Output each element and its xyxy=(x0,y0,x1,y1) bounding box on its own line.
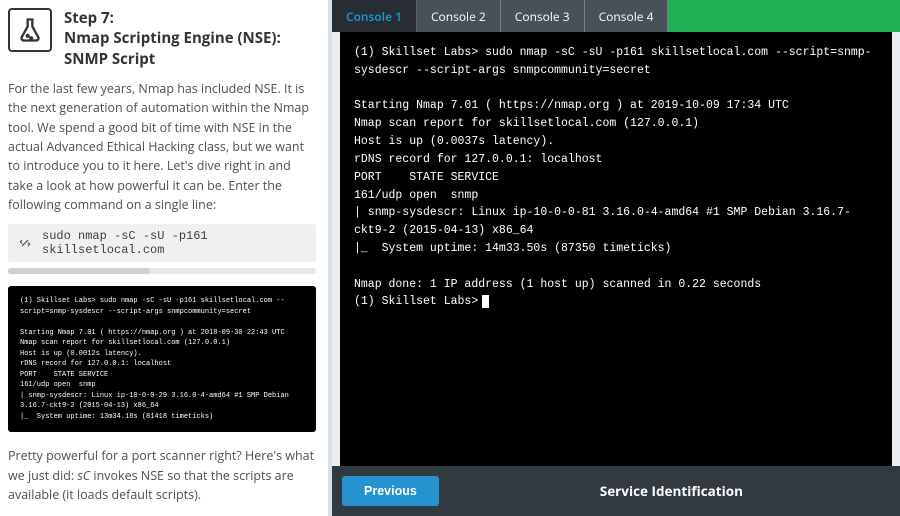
bottom-bar: Previous Service Identification xyxy=(332,466,900,516)
tab-console-2[interactable]: Console 2 xyxy=(417,0,501,32)
instructions-panel[interactable]: Step 7: Nmap Scripting Engine (NSE): SNM… xyxy=(0,0,332,516)
step-title-line1: Nmap Scripting Engine (NSE): xyxy=(64,28,281,48)
flask-icon xyxy=(8,8,52,52)
lab-panel: Console 1 Console 2 Console 3 Console 4 … xyxy=(332,0,900,516)
command-text: sudo nmap -sC -sU -p161 skillsetlocal.co… xyxy=(42,229,308,257)
tab-console-1[interactable]: Console 1 xyxy=(332,0,417,32)
step-title-line2: SNMP Script xyxy=(64,49,155,69)
step-header: Step 7: Nmap Scripting Engine (NSE): SNM… xyxy=(8,8,316,69)
explain-1: Pretty powerful for a port scanner right… xyxy=(8,446,316,504)
tab-console-4[interactable]: Console 4 xyxy=(585,0,669,32)
cursor-icon xyxy=(482,295,489,308)
tab-console-3[interactable]: Console 3 xyxy=(501,0,585,32)
console-tab-bar: Console 1 Console 2 Console 3 Console 4 xyxy=(332,0,900,32)
command-scrollbar[interactable] xyxy=(8,268,316,274)
step-title: Step 7: Nmap Scripting Engine (NSE): SNM… xyxy=(64,8,281,69)
intro-text: For the last few years, Nmap has include… xyxy=(8,79,316,215)
step-number: Step 7: xyxy=(64,8,281,28)
previous-button[interactable]: Previous xyxy=(342,476,439,506)
expand-icon[interactable] xyxy=(16,234,34,252)
example-output: (1) Skillset Labs> sudo nmap -sC -sU -p1… xyxy=(8,286,316,432)
lab-title: Service Identification xyxy=(453,482,890,500)
terminal-output: (1) Skillset Labs> sudo nmap -sC -sU -p1… xyxy=(354,46,872,308)
terminal[interactable]: (1) Skillset Labs> sudo nmap -sC -sU -p1… xyxy=(340,32,892,466)
command-row[interactable]: sudo nmap -sC -sU -p161 skillsetlocal.co… xyxy=(8,224,316,262)
